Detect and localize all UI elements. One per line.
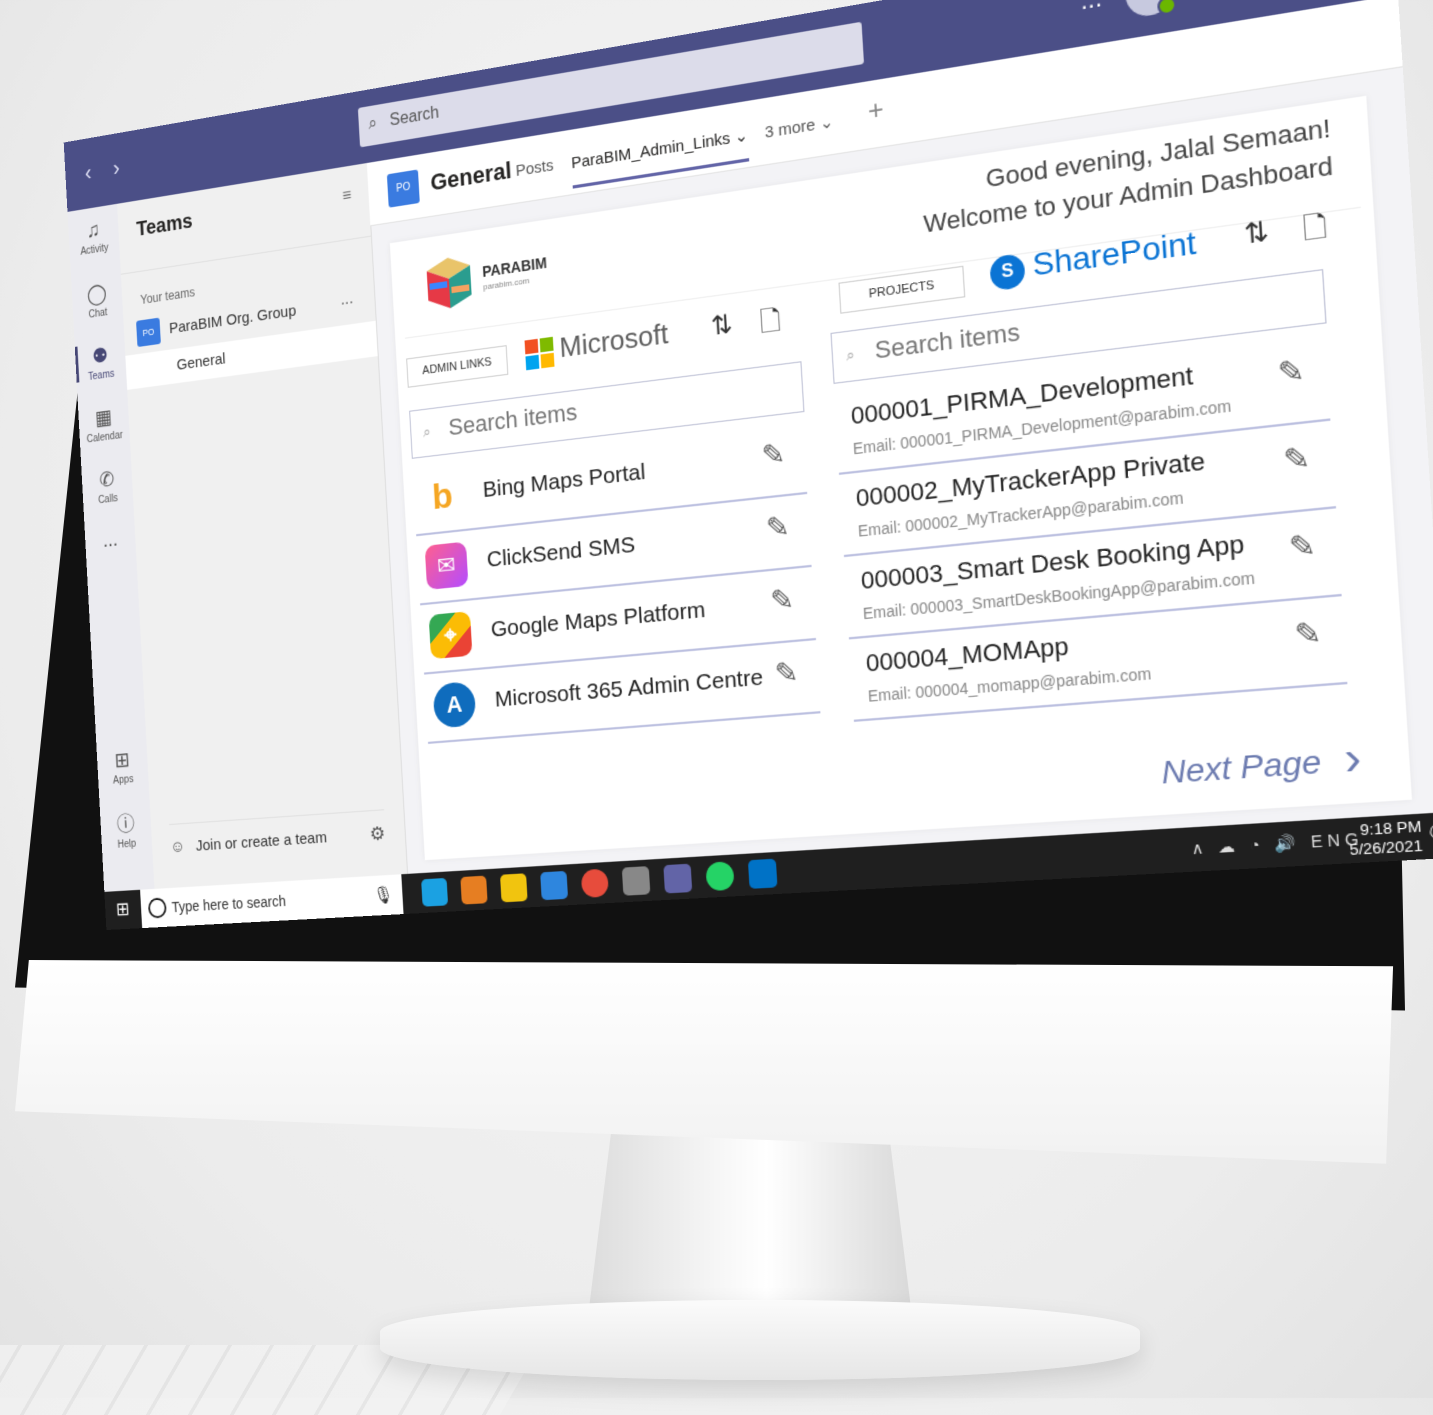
teams-app-icon[interactable] bbox=[663, 864, 692, 894]
more-options-button[interactable]: ... bbox=[1079, 0, 1102, 16]
parabim-logo-icon bbox=[420, 249, 478, 316]
back-button[interactable]: ‹ bbox=[84, 160, 92, 186]
windows-start-icon[interactable]: ⊞ bbox=[115, 899, 130, 921]
edit-pencil-icon[interactable]: ✎ bbox=[1282, 440, 1311, 479]
admin-link-name: Google Maps Platform bbox=[490, 597, 706, 643]
project-title: 000004_MOMApp bbox=[865, 632, 1069, 678]
rail-apps[interactable]: ⊞ Apps bbox=[97, 746, 149, 788]
add-file-icon[interactable]: 🗋 bbox=[1302, 207, 1329, 259]
cortana-icon bbox=[148, 897, 167, 918]
chevron-down-icon: ⌄ bbox=[734, 126, 749, 147]
team-name: ParaBIM Org. Group bbox=[169, 302, 297, 337]
channel-name: General bbox=[176, 350, 226, 374]
team-more-button[interactable]: ... bbox=[340, 290, 354, 310]
m365-admin-icon: A bbox=[433, 681, 477, 729]
presence-available-icon bbox=[1157, 0, 1177, 16]
nav-arrows: ‹ › bbox=[84, 155, 120, 187]
rail-more[interactable]: ... bbox=[85, 526, 136, 555]
clicksend-icon: ✉ bbox=[425, 542, 469, 590]
channel-avatar: PO bbox=[387, 169, 420, 207]
chevron-down-icon: ⌄ bbox=[819, 113, 834, 134]
teams-panel: Teams ≡ Your teams PO ParaBIM Org. Group… bbox=[117, 163, 408, 889]
microphone-icon[interactable]: 🎙 bbox=[373, 884, 394, 906]
tab-label: ParaBIM_Admin_Links bbox=[571, 129, 731, 173]
search-placeholder: Search bbox=[389, 104, 439, 131]
edit-pencil-icon[interactable]: ✎ bbox=[761, 437, 787, 474]
edit-pencil-icon[interactable]: ✎ bbox=[1293, 615, 1322, 654]
people-add-icon: ☺ bbox=[170, 838, 186, 857]
phone-icon: ✆ bbox=[81, 464, 132, 495]
whatsapp-icon[interactable] bbox=[705, 861, 734, 891]
your-teams-label: Your teams bbox=[140, 285, 195, 307]
admin-link-name: ClickSend SMS bbox=[486, 532, 636, 573]
rail-chat[interactable]: ◯ Chat bbox=[71, 278, 123, 323]
chrome-icon[interactable] bbox=[581, 868, 609, 898]
tab-label: 3 more bbox=[764, 116, 816, 143]
tab-posts[interactable]: Posts bbox=[515, 156, 554, 180]
edit-pencil-icon[interactable]: ✎ bbox=[774, 655, 800, 691]
more-icon: ... bbox=[85, 526, 136, 555]
edit-pencil-icon[interactable]: ✎ bbox=[1277, 352, 1306, 392]
forward-button[interactable]: › bbox=[112, 155, 120, 181]
taskbar-search-placeholder: Type here to search bbox=[171, 893, 286, 916]
team-avatar: PO bbox=[136, 318, 161, 347]
help-icon: ⓘ bbox=[100, 806, 152, 839]
search-icon: ⌕ bbox=[368, 114, 378, 134]
teams-panel-title: Teams bbox=[136, 210, 193, 242]
edit-pencil-icon[interactable]: ✎ bbox=[769, 582, 795, 618]
rail-help[interactable]: ⓘ Help bbox=[100, 806, 152, 852]
file-explorer-icon[interactable] bbox=[500, 873, 528, 902]
join-create-team-row: ☺ Join or create a team ⚙ bbox=[169, 809, 387, 867]
chevron-right-icon[interactable]: › bbox=[1343, 732, 1363, 787]
add-tab-button[interactable]: + bbox=[867, 95, 884, 129]
store-icon[interactable] bbox=[622, 866, 651, 896]
rail-label: Apps bbox=[98, 773, 149, 788]
system-tray[interactable]: ∧ ☁ ◔ 🔊 ENG bbox=[1191, 829, 1365, 859]
logo-name: PARABIM bbox=[482, 254, 547, 280]
admin-link-name: Bing Maps Portal bbox=[482, 459, 646, 503]
gear-icon[interactable]: ⚙ bbox=[369, 823, 386, 846]
sharepoint-label: SharePoint bbox=[1031, 225, 1197, 284]
rail-calls[interactable]: ✆ Calls bbox=[81, 464, 133, 508]
rail-label: Help bbox=[102, 837, 153, 851]
channel-title: General bbox=[430, 157, 513, 197]
filter-icon[interactable]: ≡ bbox=[342, 187, 352, 207]
apps-icon: ⊞ bbox=[97, 746, 148, 775]
join-create-team-link[interactable]: Join or create a team bbox=[195, 829, 327, 855]
admin-links-button[interactable]: ADMIN LINKS bbox=[406, 345, 508, 388]
admin-link-name: Microsoft 365 Admin Centre bbox=[494, 665, 764, 713]
search-icon: ⌕ bbox=[423, 423, 432, 442]
divider bbox=[121, 236, 371, 275]
mail-icon[interactable] bbox=[540, 871, 568, 900]
sort-icon[interactable]: ⇅ bbox=[710, 308, 733, 342]
user-avatar[interactable]: JS bbox=[1124, 0, 1175, 19]
search-icon: ⌕ bbox=[846, 346, 856, 366]
paint-icon[interactable] bbox=[460, 876, 487, 905]
sort-icon[interactable]: ⇅ bbox=[1243, 215, 1270, 252]
date: 5/26/2021 bbox=[1349, 837, 1423, 860]
rail-activity[interactable]: ♫ Activity bbox=[68, 216, 120, 260]
projects-button[interactable]: PROJECTS bbox=[838, 266, 965, 314]
outlook-icon[interactable] bbox=[748, 859, 778, 889]
edit-pencil-icon[interactable]: ✎ bbox=[1288, 527, 1317, 566]
teams-window: ‹ › ⌕ Search ... JS — ❐ ✕ ♫ Activity ◯ C… bbox=[64, 0, 1433, 930]
add-file-icon[interactable]: 🗋 bbox=[759, 302, 782, 350]
next-page-link[interactable]: Next Page bbox=[1160, 743, 1322, 791]
google-maps-icon: ⌖ bbox=[429, 611, 473, 659]
bing-icon: b bbox=[421, 472, 465, 521]
microsoft-logo-icon bbox=[525, 337, 555, 371]
rail-teams[interactable]: ⚉ Teams bbox=[75, 340, 127, 385]
clock[interactable]: 9:18 PM 5/26/2021 bbox=[1348, 817, 1424, 859]
tab-more[interactable]: 3 more ⌄ bbox=[764, 111, 834, 142]
rail-calendar[interactable]: ▦ Calendar bbox=[78, 402, 130, 446]
edit-pencil-icon[interactable]: ✎ bbox=[765, 509, 791, 546]
calendar-icon: ▦ bbox=[78, 402, 129, 433]
sharepoint-logo-icon: S bbox=[989, 253, 1026, 292]
admin-dashboard: PARABIM parabim.com Good evening, Jalal … bbox=[390, 96, 1412, 860]
edge-icon[interactable] bbox=[421, 878, 448, 907]
tab-parabim-admin-links[interactable]: ParaBIM_Admin_Links ⌄ bbox=[571, 125, 750, 188]
microsoft-label: Microsoft bbox=[559, 317, 670, 365]
notification-icon[interactable]: 🗨 bbox=[1425, 820, 1433, 847]
